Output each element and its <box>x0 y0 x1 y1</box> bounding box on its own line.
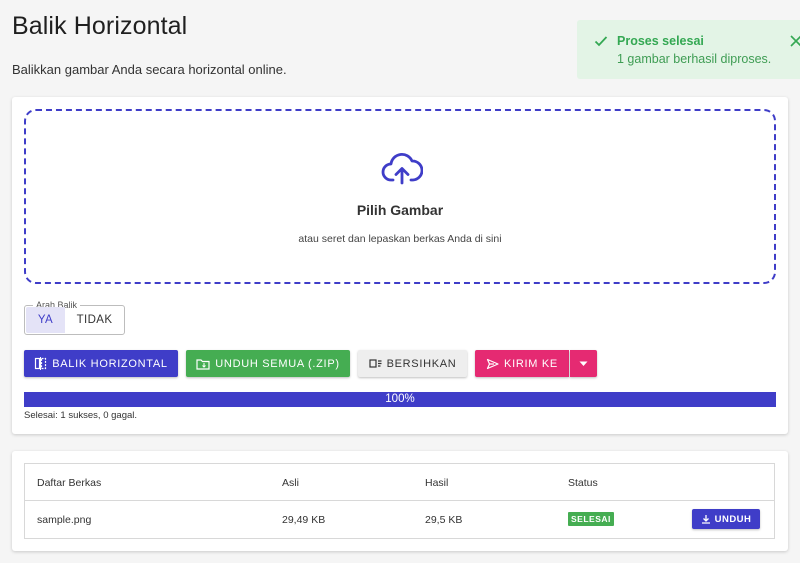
flip-horizontal-icon <box>35 357 47 370</box>
clear-all-icon <box>368 359 382 368</box>
folder-zip-icon <box>196 358 210 370</box>
file-name: sample.png <box>37 514 92 526</box>
send-icon <box>486 358 499 369</box>
success-toast: Proses selesai 1 gambar berhasil diprose… <box>577 20 800 79</box>
page-subtitle: Balikkan gambar Anda secara horizontal o… <box>12 62 287 77</box>
download-all-zip-button[interactable]: UNDUH SEMUA (.ZIP) <box>186 350 350 377</box>
process-summary: Selesai: 1 sukses, 0 gagal. <box>24 410 138 421</box>
cloud-upload-icon <box>381 152 423 185</box>
clear-button[interactable]: BERSIHKAN <box>358 350 467 377</box>
flip-direction-group: Arah Balik YA TIDAK <box>24 300 125 335</box>
column-header-file-list: Daftar Berkas <box>37 477 102 489</box>
download-icon <box>701 515 710 524</box>
close-icon[interactable] <box>789 34 800 48</box>
check-icon <box>594 36 608 47</box>
flip-horizontal-label: BALIK HORIZONTAL <box>52 357 168 370</box>
download-file-label: UNDUH <box>714 513 752 525</box>
send-to-label: KIRIM KE <box>504 357 558 370</box>
file-table: Daftar Berkas Asli Hasil Status sample.p… <box>24 463 775 539</box>
column-header-status: Status <box>568 477 598 489</box>
clear-label: BERSIHKAN <box>386 357 457 370</box>
dropzone-title: Pilih Gambar <box>356 202 444 218</box>
send-to-button[interactable]: KIRIM KE <box>475 350 569 377</box>
column-header-result: Hasil <box>425 477 449 489</box>
original-size: 29,49 KB <box>282 514 326 526</box>
result-size: 29,5 KB <box>425 514 463 526</box>
flip-horizontal-button[interactable]: BALIK HORIZONTAL <box>24 350 178 377</box>
page-title: Balik Horizontal <box>12 12 188 40</box>
toast-message: 1 gambar berhasil diproses. <box>617 52 772 66</box>
file-dropzone[interactable]: Pilih Gambar atau seret dan lepaskan ber… <box>24 109 776 284</box>
option-ya-button[interactable]: YA <box>26 307 65 333</box>
file-list-card: Daftar Berkas Asli Hasil Status sample.p… <box>12 451 788 551</box>
download-all-zip-label: UNDUH SEMUA (.ZIP) <box>215 357 340 370</box>
progress-bar: 100% <box>24 392 776 407</box>
column-header-original: Asli <box>282 477 299 489</box>
send-to-dropdown-button[interactable] <box>570 350 597 377</box>
status-badge: SELESAI <box>568 512 614 526</box>
option-tidak-button[interactable]: TIDAK <box>65 307 124 333</box>
toast-title: Proses selesai <box>617 34 704 48</box>
dropzone-hint: atau seret dan lepaskan berkas Anda di s… <box>298 233 502 245</box>
table-header: Daftar Berkas Asli Hasil Status <box>25 464 774 501</box>
converter-card: Pilih Gambar atau seret dan lepaskan ber… <box>12 97 788 434</box>
progress-label: 100% <box>385 393 415 405</box>
download-file-button[interactable]: UNDUH <box>692 509 760 529</box>
caret-down-icon <box>579 361 588 366</box>
